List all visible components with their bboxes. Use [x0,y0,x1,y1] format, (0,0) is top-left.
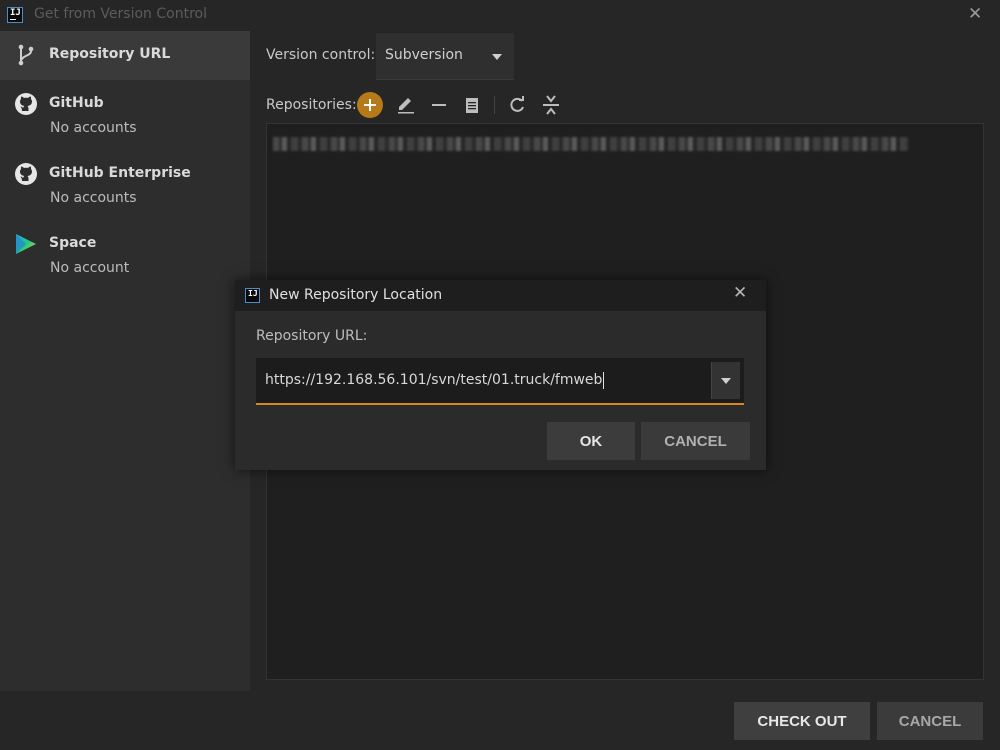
toolbar-separator [494,96,495,114]
close-icon[interactable]: ✕ [733,283,747,303]
sidebar-item-sublabel: No account [50,260,130,276]
close-icon[interactable]: ✕ [968,4,982,24]
sidebar-item-repository-url[interactable]: Repository URL [0,31,250,80]
dialog-title: New Repository Location [269,287,443,303]
repository-url-input[interactable]: https://192.168.56.101/svn/test/01.truck… [256,358,744,405]
remove-icon[interactable] [426,92,452,118]
sidebar-item-label: GitHub Enterprise [49,165,191,181]
text-cursor [603,372,604,389]
repositories-label: Repositories: [266,97,357,113]
sidebar-item-sublabel: No accounts [50,190,137,206]
sidebar-item-github-enterprise[interactable]: GitHub Enterprise No accounts [0,150,250,220]
ok-button[interactable]: OK [547,422,635,460]
title-bar: IJ Get from Version Control ✕ [0,0,1000,31]
refresh-icon[interactable] [504,92,530,118]
version-control-label: Version control: [266,47,376,63]
copy-icon[interactable] [459,92,485,118]
sidebar-item-label: Repository URL [49,46,171,62]
chevron-down-icon [492,54,502,60]
github-icon [15,93,37,115]
sidebar-item-label: GitHub [49,95,104,111]
intellij-logo-icon: IJ [7,7,23,23]
edit-icon[interactable] [393,92,419,118]
add-repository-button[interactable] [357,92,383,118]
version-control-value: Subversion [385,47,463,63]
repository-url-label: Repository URL: [256,328,368,344]
dialog-cancel-button[interactable]: CANCEL [641,422,750,460]
new-repository-location-dialog: IJ New Repository Location ✕ Repository … [235,280,766,470]
version-control-select[interactable]: Subversion [376,33,514,80]
dialog-title-bar: IJ New Repository Location ✕ [235,280,766,311]
github-icon [15,163,37,185]
collapse-all-icon[interactable] [538,92,564,118]
sidebar-item-label: Space [49,235,97,251]
intellij-logo-icon: IJ [245,288,260,303]
window-title: Get from Version Control [34,6,207,22]
check-out-button[interactable]: CHECK OUT [734,702,870,740]
sidebar-item-github[interactable]: GitHub No accounts [0,80,250,150]
url-history-dropdown-button[interactable] [711,362,740,399]
sidebar-item-space[interactable]: Space No account [0,220,250,290]
space-icon [16,234,36,254]
list-item[interactable] [273,137,909,151]
cancel-button[interactable]: CANCEL [877,702,983,740]
repository-url-value: https://192.168.56.101/svn/test/01.truck… [265,372,603,388]
sidebar: Repository URL GitHub No accounts GitHub… [0,31,250,691]
vcs-branch-icon [18,44,34,66]
sidebar-item-sublabel: No accounts [50,120,137,136]
